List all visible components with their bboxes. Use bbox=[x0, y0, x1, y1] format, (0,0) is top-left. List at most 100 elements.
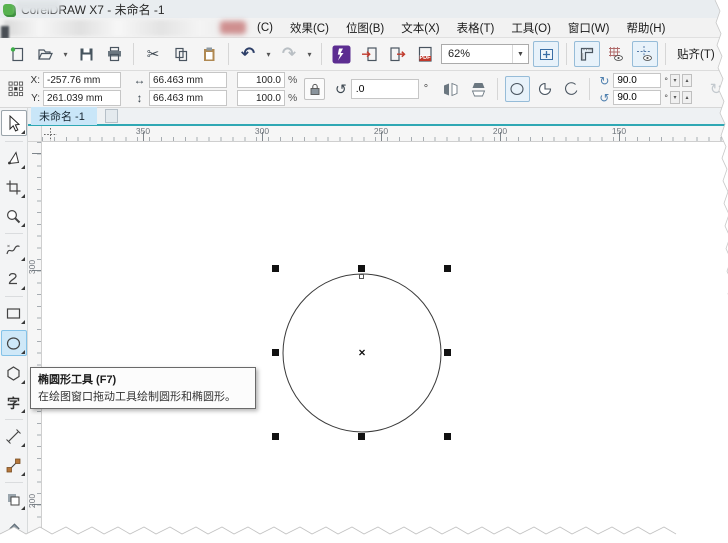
selection-center-marker[interactable]: × bbox=[358, 346, 365, 360]
menu-text[interactable]: 文本(X) bbox=[399, 19, 441, 37]
selection-handle-ne[interactable] bbox=[444, 265, 451, 272]
pick-tool[interactable] bbox=[1, 110, 27, 136]
zoom-level-combo[interactable]: 62% ▼ bbox=[441, 44, 529, 64]
redo-button[interactable]: ↷ bbox=[277, 42, 301, 66]
flyout-indicator bbox=[21, 320, 25, 324]
standard-toolbar: ▾ ✂ ↶ ▾ ↷ ▾ PDF bbox=[0, 38, 728, 71]
zoom-fit-button[interactable] bbox=[533, 41, 559, 67]
menu-table[interactable]: 表格(T) bbox=[455, 19, 497, 37]
zoom-tool-icon bbox=[5, 208, 22, 225]
rectangle-tool[interactable] bbox=[2, 301, 26, 325]
save-button[interactable] bbox=[74, 42, 98, 66]
text-tool[interactable]: 字 bbox=[2, 390, 26, 414]
menu-effects[interactable]: 效果(C) bbox=[288, 19, 331, 37]
selection-handle-sw[interactable] bbox=[272, 433, 279, 440]
document-tab[interactable]: 未命名 -1 bbox=[31, 107, 97, 125]
selection-handle-w[interactable] bbox=[272, 349, 279, 356]
scale-h-field[interactable] bbox=[237, 72, 285, 88]
menu-window[interactable]: 窗口(W) bbox=[566, 19, 612, 37]
dimension-tool[interactable] bbox=[2, 424, 26, 448]
polygon-tool[interactable] bbox=[2, 361, 26, 385]
circle-top-node[interactable] bbox=[359, 274, 364, 279]
pie-shape-icon bbox=[536, 80, 554, 98]
new-document-button[interactable] bbox=[5, 42, 29, 66]
menu-fragment: (C) bbox=[255, 21, 275, 35]
zoom-fit-icon bbox=[538, 46, 555, 63]
menu-bitmaps[interactable]: 位图(B) bbox=[344, 19, 386, 37]
open-folder-icon bbox=[37, 46, 54, 63]
publish-pdf-button[interactable]: PDF bbox=[413, 42, 437, 66]
zoom-level-value: 62% bbox=[442, 48, 512, 60]
object-height-field[interactable] bbox=[149, 90, 227, 106]
arc-end-icon: ↺ bbox=[597, 91, 611, 105]
flyout-indicator bbox=[21, 165, 25, 169]
selection-handle-n[interactable] bbox=[358, 265, 365, 272]
drawing-canvas[interactable]: × bbox=[42, 142, 728, 543]
snap-to-dropdown[interactable]: 贴齐(T) ▾ bbox=[673, 44, 728, 64]
arc-end-spin-down[interactable]: ▾ bbox=[670, 91, 680, 104]
arc-end-field[interactable] bbox=[613, 90, 661, 105]
y-position-field[interactable] bbox=[43, 90, 121, 106]
copy-button[interactable] bbox=[169, 42, 193, 66]
undo-icon: ↶ bbox=[241, 44, 255, 64]
cut-button[interactable]: ✂ bbox=[141, 42, 165, 66]
paste-button[interactable] bbox=[197, 42, 221, 66]
horizontal-ruler[interactable]: 350 300 250 200 150 bbox=[42, 126, 728, 142]
arc-end-spin-up[interactable]: ▴ bbox=[682, 91, 692, 104]
selection-handle-se[interactable] bbox=[444, 433, 451, 440]
object-position-button[interactable] bbox=[6, 78, 26, 100]
undo-button[interactable]: ↶ bbox=[236, 42, 260, 66]
arc-shape-icon bbox=[562, 80, 580, 98]
zoom-combo-caret[interactable]: ▼ bbox=[512, 45, 528, 63]
ellipse-mode-button[interactable] bbox=[505, 76, 529, 102]
import-button[interactable] bbox=[357, 42, 381, 66]
vertical-ruler[interactable]: 300 200 bbox=[28, 142, 42, 543]
copy-icon bbox=[173, 46, 190, 63]
show-grid-button[interactable] bbox=[604, 42, 628, 66]
crop-tool[interactable] bbox=[2, 175, 26, 199]
undo-dropdown-caret[interactable]: ▾ bbox=[264, 50, 273, 59]
show-guidelines-button[interactable] bbox=[632, 41, 658, 67]
selected-circle-shape[interactable] bbox=[42, 142, 728, 543]
document-tab-strip: 未命名 -1 bbox=[28, 108, 728, 126]
arc-mode-button[interactable] bbox=[560, 77, 582, 101]
new-page-icon[interactable] bbox=[105, 109, 118, 123]
export-button[interactable] bbox=[385, 42, 409, 66]
arc-start-spin-down[interactable]: ▾ bbox=[670, 74, 680, 87]
lock-ratio-button[interactable] bbox=[304, 78, 325, 100]
mirror-horizontal-button[interactable] bbox=[438, 77, 462, 101]
grid-icon bbox=[607, 45, 625, 63]
selection-handle-e[interactable] bbox=[444, 349, 451, 356]
rotation-angle-field[interactable] bbox=[351, 79, 419, 99]
open-dropdown-caret[interactable]: ▾ bbox=[61, 50, 70, 59]
ellipse-tool[interactable] bbox=[1, 330, 27, 356]
zoom-tool[interactable] bbox=[2, 204, 26, 228]
menu-help[interactable]: 帮助(H) bbox=[624, 19, 667, 37]
selection-handle-s[interactable] bbox=[358, 433, 365, 440]
fill-tool[interactable] bbox=[2, 516, 26, 540]
object-width-field[interactable] bbox=[149, 72, 227, 88]
arc-start-field[interactable] bbox=[613, 73, 661, 88]
print-button[interactable] bbox=[102, 42, 126, 66]
bspline-tool[interactable] bbox=[2, 267, 26, 291]
toolbar-separator bbox=[665, 43, 666, 65]
search-content-button[interactable] bbox=[329, 42, 353, 66]
shape-tool[interactable] bbox=[2, 146, 26, 170]
redo-dropdown-caret[interactable]: ▾ bbox=[305, 50, 314, 59]
menu-tools[interactable]: 工具(O) bbox=[509, 19, 553, 37]
drop-shadow-tool[interactable] bbox=[2, 487, 26, 511]
freehand-tool[interactable] bbox=[2, 238, 26, 262]
pie-mode-button[interactable] bbox=[534, 77, 556, 101]
percent-sign: % bbox=[288, 92, 297, 104]
connector-tool[interactable] bbox=[2, 453, 26, 477]
arc-start-spin-up[interactable]: ▴ bbox=[682, 74, 692, 87]
open-button[interactable] bbox=[33, 42, 57, 66]
flyout-indicator bbox=[21, 443, 25, 447]
selection-handle-nw[interactable] bbox=[272, 265, 279, 272]
x-position-field[interactable] bbox=[43, 72, 121, 88]
show-rulers-button[interactable] bbox=[574, 41, 600, 67]
scale-v-field[interactable] bbox=[237, 90, 285, 106]
arc-angle-group: ↻ ° ▾ ▴ ↺ ° ▾ ▴ bbox=[597, 73, 692, 105]
object-width-icon: ↔ bbox=[133, 73, 146, 87]
mirror-vertical-button[interactable] bbox=[466, 77, 490, 101]
